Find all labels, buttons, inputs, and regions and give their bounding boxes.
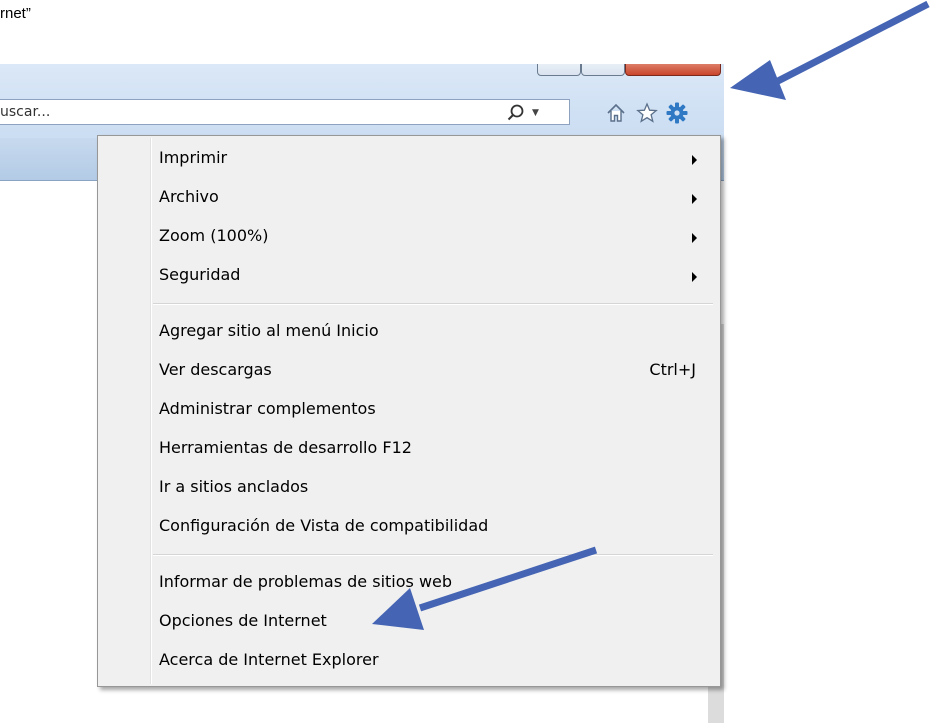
menu-item-label: Imprimir (159, 148, 228, 167)
minimize-button[interactable] (537, 64, 581, 76)
menu-item-label: Zoom (100%) (159, 226, 269, 245)
menu-item-informar-problemas[interactable]: Informar de problemas de sitios web (101, 565, 715, 601)
annotation-arrow-gear (730, 0, 930, 100)
menu-item-shortcut: Ctrl+J (649, 360, 696, 379)
menu-item-administrar-complementos[interactable]: Administrar complementos (101, 392, 715, 428)
close-button[interactable] (625, 64, 721, 76)
menu-item-imprimir[interactable]: Imprimir (101, 141, 715, 177)
submenu-arrow-icon (692, 155, 697, 165)
menu-item-label: Seguridad (159, 265, 241, 284)
menu-item-opciones-internet[interactable]: Opciones de Internet (101, 604, 715, 640)
menu-item-archivo[interactable]: Archivo (101, 180, 715, 216)
menu-item-label: Administrar complementos (159, 399, 376, 418)
menu-separator (153, 303, 713, 305)
menu-item-label: Configuración de Vista de compatibilidad (159, 516, 489, 535)
menu-item-sitios-anclados[interactable]: Ir a sitios anclados (101, 470, 715, 506)
menu-item-zoom[interactable]: Zoom (100%) (101, 219, 715, 255)
menu-separator (153, 554, 713, 556)
submenu-arrow-icon (692, 194, 697, 204)
menu-item-label: Agregar sitio al menú Inicio (159, 321, 379, 340)
caption-text: rnet” (0, 5, 31, 22)
search-dropdown-icon[interactable]: ▼ (532, 108, 539, 118)
menu-item-label: Acerca de Internet Explorer (159, 650, 379, 669)
maximize-button[interactable] (581, 64, 625, 76)
menu-item-seguridad[interactable]: Seguridad (101, 258, 715, 294)
menu-item-label: Herramientas de desarrollo F12 (159, 438, 412, 457)
tools-gear-icon[interactable] (666, 102, 688, 124)
menu-item-label: Opciones de Internet (159, 611, 327, 630)
submenu-arrow-icon (692, 233, 697, 243)
search-input-text: uscar... (0, 104, 51, 120)
menu-item-label: Informar de problemas de sitios web (159, 572, 453, 591)
search-icon[interactable] (506, 103, 526, 123)
menu-item-acerca-de[interactable]: Acerca de Internet Explorer (101, 643, 715, 679)
menu-item-herramientas-desarrollo[interactable]: Herramientas de desarrollo F12 (101, 431, 715, 467)
menu-item-agregar-sitio[interactable]: Agregar sitio al menú Inicio (101, 314, 715, 350)
menu-item-vista-compatibilidad[interactable]: Configuración de Vista de compatibilidad (101, 509, 715, 545)
menu-item-label: Ir a sitios anclados (159, 477, 309, 496)
menu-item-label: Archivo (159, 187, 219, 206)
menu-item-ver-descargas[interactable]: Ver descargas Ctrl+J (101, 353, 715, 389)
tools-menu: Imprimir Archivo Zoom (100%) Seguridad A… (97, 135, 721, 687)
submenu-arrow-icon (692, 272, 697, 282)
home-icon[interactable] (605, 102, 627, 124)
menu-item-label: Ver descargas (159, 360, 272, 379)
favorites-star-icon[interactable] (636, 102, 658, 124)
search-input[interactable]: uscar... ▼ (0, 99, 570, 125)
